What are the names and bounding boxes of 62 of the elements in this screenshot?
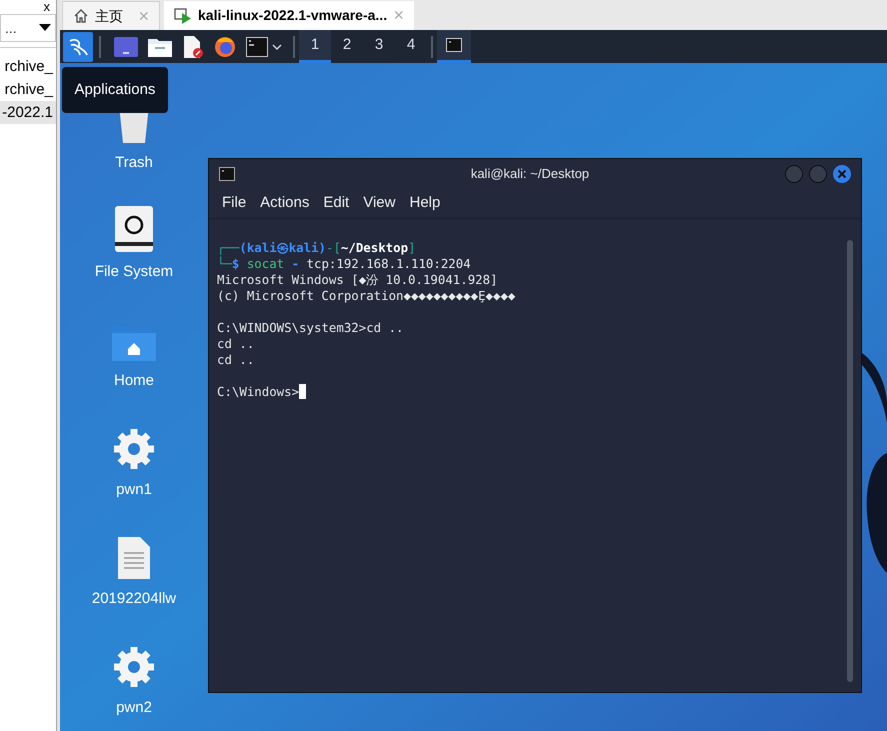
terminal-text: cd .. <box>217 352 254 368</box>
terminal-text: - <box>290 256 300 272</box>
terminal-text: socat <box>246 256 284 272</box>
terminal-text: cd .. <box>217 336 254 352</box>
tab[interactable]: kali-linux-2022.1-vmware-a... × <box>164 1 414 30</box>
text-cursor <box>299 384 306 399</box>
chevron-down-icon[interactable] <box>272 44 282 50</box>
file-list-item[interactable]: rchive_ <box>0 78 56 101</box>
icon-label[interactable]: File System <box>94 261 174 284</box>
text-editor-icon[interactable] <box>182 36 204 58</box>
terminal-icon[interactable] <box>246 36 268 56</box>
folder-icon[interactable] <box>148 36 172 56</box>
workspace-tab[interactable]: 3 <box>363 30 395 63</box>
file-list-item[interactable]: -2022.1 <box>0 101 56 124</box>
tab[interactable]: 主页 × <box>62 1 160 30</box>
workspace-tab[interactable]: 2 <box>331 30 363 63</box>
window-title: kali@kali: ~/Desktop <box>470 165 590 184</box>
caret-icon <box>39 24 51 32</box>
terminal-text: -[ <box>326 240 341 256</box>
home-icon <box>73 8 89 24</box>
menu-item[interactable]: Actions <box>260 192 310 215</box>
workspace-tab[interactable]: 4 <box>395 30 427 63</box>
desktop-icon[interactable] <box>114 36 138 56</box>
tooltip: Applications <box>62 67 168 113</box>
drive-icon <box>114 206 153 252</box>
kali-menu-button[interactable] <box>63 32 93 62</box>
terminal-text: ] <box>408 240 416 256</box>
icon-label[interactable]: pwn1 <box>116 479 152 502</box>
close-button[interactable]: x <box>44 0 50 13</box>
icon-label[interactable]: 20192204llw <box>92 588 176 610</box>
terminal-text: C:\Windows> <box>217 384 300 400</box>
terminal-text: └─ <box>217 256 232 272</box>
icon-label[interactable]: pwn2 <box>116 697 152 720</box>
menu-item[interactable]: Edit <box>323 192 350 215</box>
workspace-tab[interactable]: 1 <box>299 30 331 63</box>
terminal-text: (kali㉿kali) <box>239 240 326 255</box>
terminal-text: C:\WINDOWS\system32>cd .. <box>217 320 404 336</box>
terminal-text: tcp:192.168.1.110:2204 <box>306 256 471 272</box>
icon-label[interactable]: Trash <box>115 152 153 174</box>
dropdown[interactable]: ... <box>0 14 56 42</box>
icon-label[interactable]: Home <box>114 370 154 392</box>
scrollbar[interactable] <box>847 240 853 682</box>
file-list-item[interactable]: rchive_ <box>0 55 56 78</box>
gear-icon <box>113 646 155 688</box>
terminal-icon <box>219 167 235 181</box>
firefox-icon[interactable] <box>214 36 236 58</box>
taskbar-item[interactable] <box>437 30 471 63</box>
menu-item[interactable]: View <box>363 192 396 215</box>
close-button[interactable] <box>833 165 851 183</box>
home-folder-icon <box>112 323 156 361</box>
menu-item[interactable]: File <box>222 192 246 215</box>
menu-item[interactable]: Help <box>409 192 440 215</box>
vm-play-icon <box>174 8 192 24</box>
terminal-text: Microsoft Windows [◆汾 10.0.19041.928] <box>217 272 498 288</box>
terminal-icon <box>446 38 462 52</box>
terminal-text: ┌── <box>217 240 240 256</box>
terminal-text: $ <box>232 256 240 272</box>
document-icon <box>118 537 150 579</box>
dragon-logo-icon <box>67 36 89 56</box>
terminal-text: (c) Microsoft Corporation◆◆◆◆◆◆◆◆◆◆Ȩ◆◆◆◆ <box>217 288 516 304</box>
gear-icon <box>113 428 155 470</box>
terminal-text: ~/Desktop <box>340 240 408 256</box>
